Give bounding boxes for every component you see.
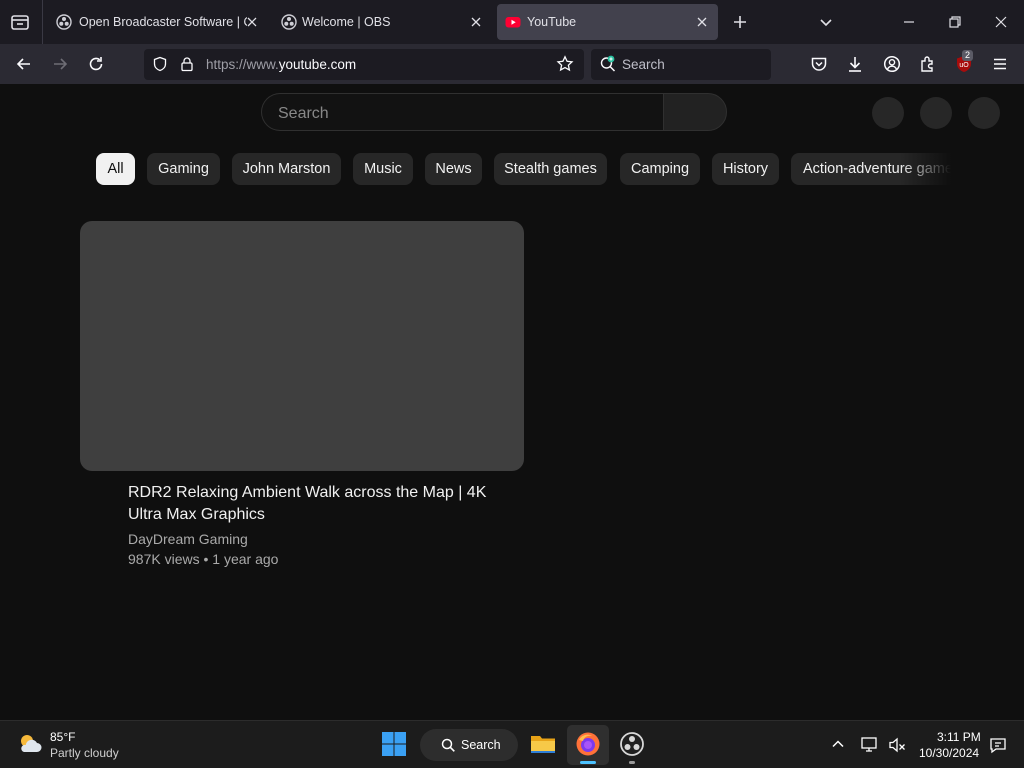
tab-title: Open Broadcaster Software | OBS <box>79 15 247 29</box>
notification-center-icon[interactable] <box>988 735 1008 755</box>
url-text[interactable]: https://www.youtube.com <box>206 57 356 72</box>
browser-search-bar[interactable]: Search <box>591 49 771 80</box>
notifications-button[interactable] <box>920 97 952 129</box>
svg-text:uO: uO <box>959 62 969 69</box>
youtube-icon <box>505 14 521 30</box>
obs-icon <box>281 14 297 30</box>
lock-icon[interactable] <box>179 56 195 72</box>
new-tab-icon[interactable] <box>730 12 750 32</box>
windows-taskbar: 85°F Partly cloudy Search 3:11 PM 10/30/… <box>0 720 1024 768</box>
tab-title: Welcome | OBS <box>302 15 391 29</box>
close-icon[interactable] <box>245 15 259 29</box>
clock-date[interactable]: 10/30/2024 <box>919 746 979 760</box>
tab-welcome-obs[interactable]: Welcome | OBS <box>271 4 491 40</box>
obs-running-indicator <box>629 761 635 764</box>
url-scheme: https://www. <box>206 57 279 72</box>
weather-condition[interactable]: Partly cloudy <box>50 746 119 760</box>
download-icon[interactable] <box>845 54 865 74</box>
youtube-search-input[interactable]: Search <box>261 93 663 131</box>
tab-obs-software[interactable]: Open Broadcaster Software | OBS <box>46 4 264 40</box>
video-meta: 987K views • 1 year ago <box>128 551 279 567</box>
file-explorer-icon[interactable] <box>530 731 556 757</box>
obs-taskbar-icon[interactable] <box>619 731 645 757</box>
video-thumbnail[interactable] <box>80 221 524 471</box>
search-bar-label: Search <box>622 57 665 72</box>
create-button[interactable] <box>872 97 904 129</box>
url-host: youtube.com <box>278 57 357 72</box>
navigation-toolbar: https://www.youtube.com Search uO 2 <box>0 44 1024 84</box>
search-icon <box>599 55 617 73</box>
network-icon[interactable] <box>860 735 880 755</box>
category-chips: All Gaming John Marston Music News Steal… <box>96 153 956 185</box>
taskbar-search-label: Search <box>461 738 501 752</box>
url-bar[interactable]: https://www.youtube.com <box>144 49 584 80</box>
firefox-view-icon[interactable] <box>9 11 31 33</box>
tab-separator <box>42 0 43 44</box>
search-icon <box>441 738 456 753</box>
shield-icon[interactable] <box>152 56 168 72</box>
close-icon[interactable] <box>469 15 483 29</box>
forward-icon[interactable] <box>50 54 70 74</box>
obs-icon <box>56 14 72 30</box>
tab-strip: Open Broadcaster Software | OBS Welcome … <box>0 0 1024 44</box>
tab-youtube[interactable]: YouTube <box>497 4 718 40</box>
chip-history[interactable]: History <box>712 153 779 185</box>
chip-john-marston[interactable]: John Marston <box>232 153 341 185</box>
chevron-up-icon[interactable] <box>829 735 847 753</box>
taskbar-search[interactable]: Search <box>420 729 518 761</box>
volume-muted-icon[interactable] <box>887 735 907 755</box>
firefox-running-indicator <box>580 761 596 764</box>
windows-start-icon[interactable] <box>381 731 407 757</box>
clock-time[interactable]: 3:11 PM <box>937 730 981 744</box>
chip-all[interactable]: All <box>96 153 135 185</box>
chip-stealth-games[interactable]: Stealth games <box>494 153 607 185</box>
avatar[interactable] <box>968 97 1000 129</box>
pocket-icon[interactable] <box>809 54 829 74</box>
chip-news[interactable]: News <box>425 153 482 185</box>
close-icon[interactable] <box>695 15 709 29</box>
account-icon[interactable] <box>882 54 902 74</box>
close-window-icon[interactable] <box>991 12 1011 32</box>
youtube-search-placeholder: Search <box>278 105 329 122</box>
chip-camping[interactable]: Camping <box>620 153 700 185</box>
chip-scroll-fade <box>900 153 960 185</box>
menu-icon[interactable] <box>990 54 1010 74</box>
extensions-icon[interactable] <box>918 54 938 74</box>
weather-temperature[interactable]: 85°F <box>50 730 75 744</box>
extension-badge: 2 <box>962 50 974 61</box>
youtube-search-button[interactable] <box>663 93 727 131</box>
restore-icon[interactable] <box>945 12 965 32</box>
minimize-icon[interactable] <box>899 12 919 32</box>
back-icon[interactable] <box>14 54 34 74</box>
chevron-down-icon[interactable] <box>816 12 836 32</box>
reload-icon[interactable] <box>86 54 106 74</box>
tab-title: YouTube <box>527 15 577 29</box>
partly-cloudy-icon[interactable] <box>16 730 44 758</box>
youtube-page: Search All Gaming John Marston Music New… <box>0 84 1024 720</box>
video-channel[interactable]: DayDream Gaming <box>128 531 248 547</box>
video-title[interactable]: RDR2 Relaxing Ambient Walk across the Ma… <box>128 482 508 526</box>
firefox-icon[interactable] <box>575 731 601 757</box>
star-icon[interactable] <box>556 55 574 73</box>
chip-music[interactable]: Music <box>353 153 413 185</box>
chip-gaming[interactable]: Gaming <box>147 153 220 185</box>
